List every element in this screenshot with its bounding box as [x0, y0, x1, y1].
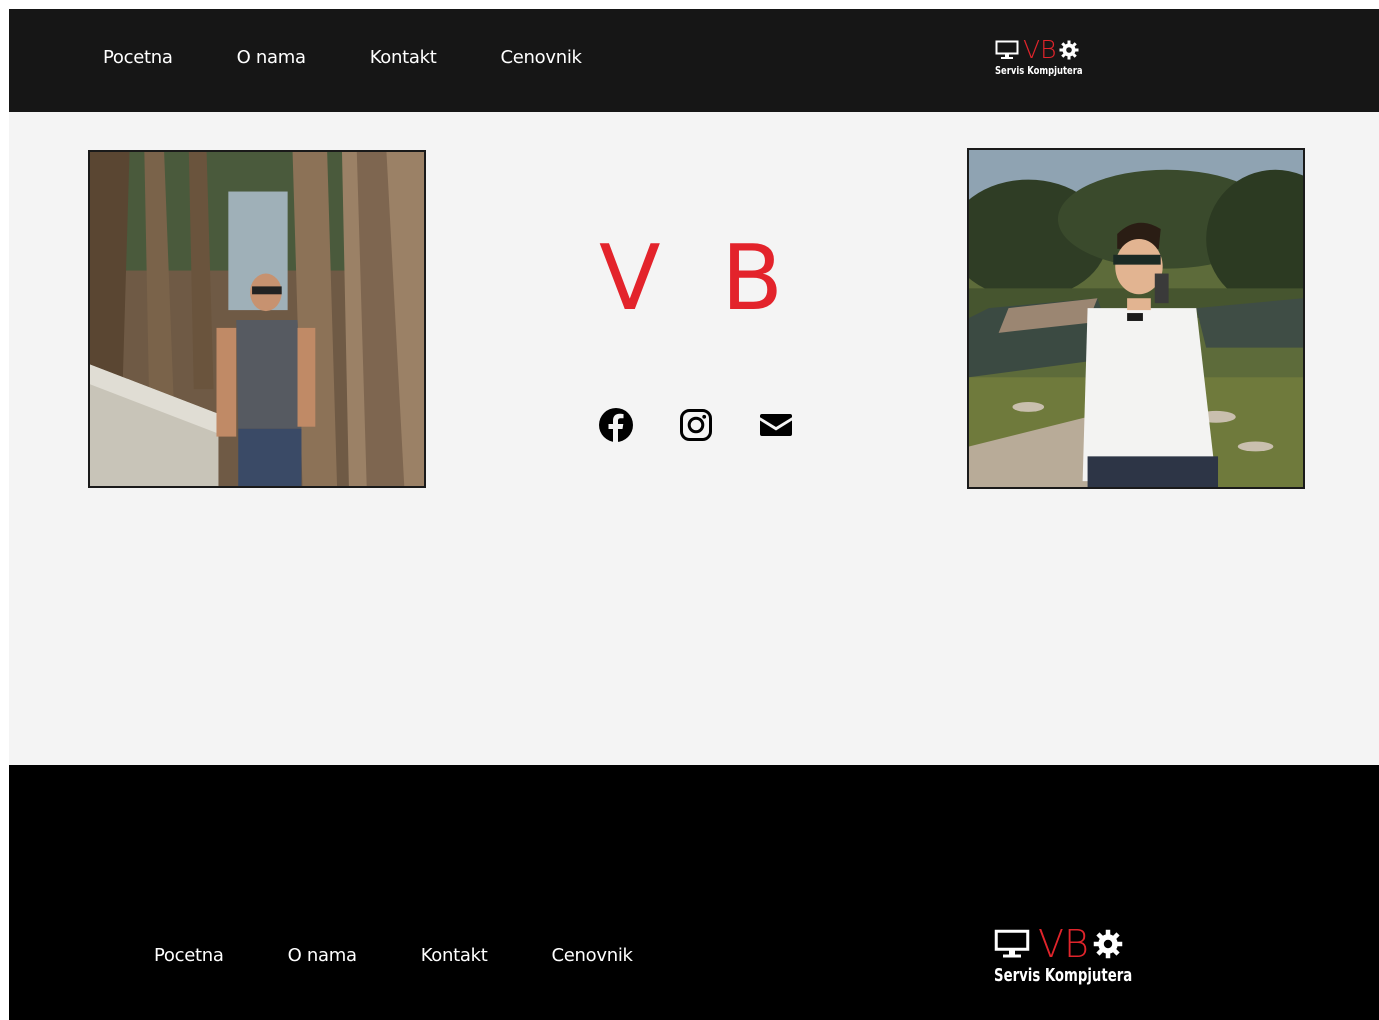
email-link[interactable] [758, 407, 794, 443]
photo-person-forest [88, 150, 426, 488]
hero-title: V B [599, 226, 799, 331]
logo-title: VB [1023, 35, 1057, 64]
footer-nav: Pocetna O nama Kontakt Cenovnik [154, 945, 697, 966]
monitor-icon [994, 929, 1030, 959]
footer-link-cenovnik[interactable]: Cenovnik [552, 945, 633, 966]
footer-link-kontakt[interactable]: Kontakt [421, 945, 488, 966]
logo-title: VB [1038, 922, 1089, 966]
footer-logo[interactable]: VB Servis Kompjutera [994, 925, 1163, 986]
nav-link-cenovnik[interactable]: Cenovnik [501, 47, 582, 68]
page: Pocetna O nama Kontakt Cenovnik VB Servi… [9, 9, 1379, 1020]
monitor-icon [995, 40, 1019, 60]
logo-subtitle: Servis Kompjutera [995, 64, 1083, 77]
footer-link-o-nama[interactable]: O nama [288, 945, 357, 966]
logo-subtitle: Servis Kompjutera [994, 965, 1133, 986]
site-header: Pocetna O nama Kontakt Cenovnik VB Servi… [9, 9, 1379, 112]
social-links [598, 407, 838, 443]
gear-icon [1059, 40, 1079, 60]
gear-icon [1093, 929, 1123, 959]
header-nav: Pocetna O nama Kontakt Cenovnik [103, 47, 646, 68]
facebook-icon [598, 407, 634, 443]
nav-link-o-nama[interactable]: O nama [237, 47, 306, 68]
nav-link-kontakt[interactable]: Kontakt [370, 47, 437, 68]
facebook-link[interactable] [598, 407, 634, 443]
nav-link-pocetna[interactable]: Pocetna [103, 47, 173, 68]
instagram-link[interactable] [678, 407, 714, 443]
envelope-icon [758, 407, 794, 443]
header-logo[interactable]: VB Servis Kompjutera [995, 37, 1098, 77]
instagram-icon [678, 407, 714, 443]
footer-link-pocetna[interactable]: Pocetna [154, 945, 224, 966]
photo-person-park [967, 148, 1305, 489]
site-footer: Pocetna O nama Kontakt Cenovnik VB Servi… [9, 765, 1379, 1020]
